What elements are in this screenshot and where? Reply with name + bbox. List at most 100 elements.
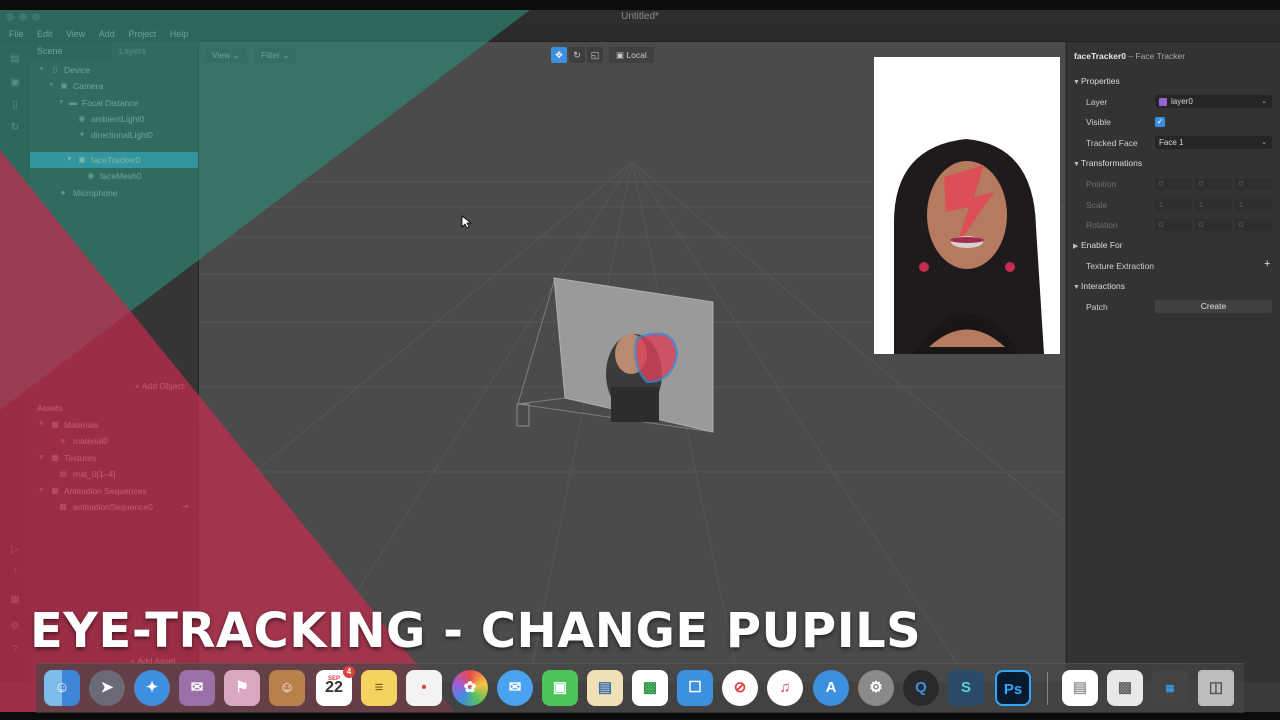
folder-tool-icon[interactable]: ▦ [8,593,22,607]
tree-item-ambient-light[interactable]: ◉ ambientLight0 [30,111,198,127]
upload-icon[interactable]: ↑ [8,565,22,579]
asset-folder-materials[interactable]: ▼ ▦ Materials [30,417,198,433]
add-texture-extraction-icon[interactable]: + [1264,258,1270,270]
visible-checkbox[interactable]: ✓ [1155,117,1165,127]
section-properties[interactable]: ▼Properties [1073,76,1120,86]
refresh-icon[interactable]: ↻ [8,121,22,135]
launchpad-icon[interactable]: ➤ [89,670,125,706]
asset-animation-sequence0[interactable]: ▩ animationSequence0 ⇥ [30,499,198,515]
split-view-icon[interactable]: ▯ [8,98,22,112]
expand-triangle-icon: ▶ [1073,243,1079,250]
view-dropdown[interactable]: View ⌄ [205,48,247,63]
spark-ar-icon[interactable]: S [948,670,984,706]
section-enable-for[interactable]: ▶ Enable For [1073,240,1123,250]
keynote-icon[interactable]: ☐ [677,670,713,706]
trash-icon[interactable]: ◫ [1198,670,1234,706]
asset-folder-animation-sequences[interactable]: ▼ ▦ Animation Sequences [30,483,198,499]
preview-icon[interactable]: ▤ [587,670,623,706]
scale-tool-icon[interactable]: ◱ [587,47,603,63]
scene-panel-icon[interactable]: ▤ [8,52,22,66]
video-icon[interactable]: ▣ [8,76,22,90]
safari-icon[interactable]: ✦ [134,670,170,706]
collapse-triangle-icon: ▼ [1073,79,1080,86]
rotation-x-field[interactable]: 0 [1155,219,1192,231]
scale-x-field[interactable]: 1 [1155,199,1192,211]
menu-project[interactable]: Project [128,26,156,43]
calendar-icon[interactable]: SEP 22 4 [316,666,355,706]
rotation-z-field[interactable]: 0 [1235,219,1272,231]
device-preview[interactable] [874,57,1060,354]
section-interactions[interactable]: ▼Interactions [1073,281,1125,291]
asset-texture-mat0[interactable]: ▤ mat_0[1–4] [30,466,198,482]
macos-dock: ☺ ➤ ✦ ✉ ⚑ ☺ SEP 22 4 ≡ • ✿ ✉ ▣ ▤ ▩ ☐ ⊘ ♫… [36,663,1244,713]
tree-item-device[interactable]: ▼ ▯ Device [30,62,198,78]
folder-icon: ▦ [51,453,59,462]
tree-item-directional-light[interactable]: ✦ directionalLight0 [30,127,198,143]
layer-dropdown[interactable]: layer0 ⌄ [1155,95,1272,108]
scale-z-field[interactable]: 1 [1235,199,1272,211]
tracked-face-dropdown[interactable]: Face 1 ⌄ [1155,136,1272,149]
section-transformations[interactable]: ▼Transformations [1073,158,1142,168]
folder-icon: ▦ [51,486,59,495]
numbers-icon[interactable]: ▩ [632,670,668,706]
image-stack-icon[interactable]: ▩ [1107,670,1143,706]
app-store-icon[interactable]: A [813,670,849,706]
mail-stamp-icon[interactable]: ✉ [179,670,215,706]
quicktime-icon[interactable]: Q [903,670,939,706]
video-headline: EYE-TRACKING - CHANGE PUPILS [30,603,922,659]
music-icon[interactable]: ♫ [767,670,803,706]
tree-item-microphone[interactable]: ● Microphone [30,185,198,201]
reminders-icon[interactable]: • [406,670,442,706]
position-y-field[interactable]: 0 [1195,178,1232,190]
scene-tabs: Scene Layers [30,42,198,60]
downloads-stack-icon[interactable]: ▤ [1152,670,1188,706]
menu-file[interactable]: File [9,26,24,43]
directional-light-icon: ✦ [78,130,86,139]
photos-icon[interactable]: ✿ [452,670,488,706]
minimize-window-button[interactable] [19,13,27,21]
menu-edit[interactable]: Edit [37,26,53,43]
asset-folder-textures[interactable]: ▼ ▦ Textures [30,450,198,466]
scale-fields: 1 1 1 [1155,199,1272,211]
system-preferences-icon[interactable]: ⚙ [858,670,894,706]
face-tracker-icon: ▣ [78,155,86,164]
move-tool-icon[interactable]: ✥ [551,47,567,63]
texture-icon: ▤ [59,469,67,478]
asset-material0[interactable]: ● material0 [30,433,198,449]
menu-view[interactable]: View [66,26,85,43]
close-window-button[interactable] [6,13,14,21]
facetime-icon[interactable]: ▣ [542,670,578,706]
contacts-icon[interactable]: ☺ [269,670,305,706]
tree-item-camera[interactable]: ▼ ▣ Camera [30,78,198,94]
link-arrow-icon[interactable]: ⇥ [182,499,189,515]
tree-item-face-tracker[interactable]: ▼ ▣ faceTracker0 [30,152,198,168]
bug-icon[interactable]: ⚙ [8,620,22,634]
add-object-button[interactable]: + Add Object [135,381,184,391]
help-icon[interactable]: ? [8,643,22,657]
face-mesh-icon: ◉ [87,171,95,180]
position-z-field[interactable]: 0 [1235,178,1272,190]
finder-icon[interactable]: ☺ [44,670,80,706]
position-x-field[interactable]: 0 [1155,178,1192,190]
document-icon[interactable]: ▤ [1062,670,1098,706]
scale-y-field[interactable]: 1 [1195,199,1232,211]
messages-icon[interactable]: ✉ [497,670,533,706]
photoshop-icon[interactable]: Ps [995,670,1031,706]
maps-icon[interactable]: ⚑ [224,670,260,706]
news-icon[interactable]: ⊘ [722,670,758,706]
menu-help[interactable]: Help [170,26,189,43]
rotation-y-field[interactable]: 0 [1195,219,1232,231]
zoom-window-button[interactable] [32,13,40,21]
tab-layers[interactable]: Layers [112,42,198,60]
tree-item-face-mesh[interactable]: ◉ faceMesh0 [30,168,198,184]
rotate-tool-icon[interactable]: ↻ [569,47,585,63]
filter-dropdown[interactable]: Filter ⌄ [254,48,297,63]
tab-scene[interactable]: Scene [30,42,70,60]
tree-item-focal-distance[interactable]: ▼ ▬ Focal Distance [30,95,198,111]
menu-bar: File Edit View Add Project Help [0,24,1280,42]
notes-icon[interactable]: ≡ [361,670,397,706]
create-patch-button[interactable]: Create [1155,300,1272,313]
device-preview-icon[interactable]: ▷ [8,543,22,557]
menu-add[interactable]: Add [99,26,115,43]
local-space-toggle[interactable]: ▣ Local [609,47,654,63]
